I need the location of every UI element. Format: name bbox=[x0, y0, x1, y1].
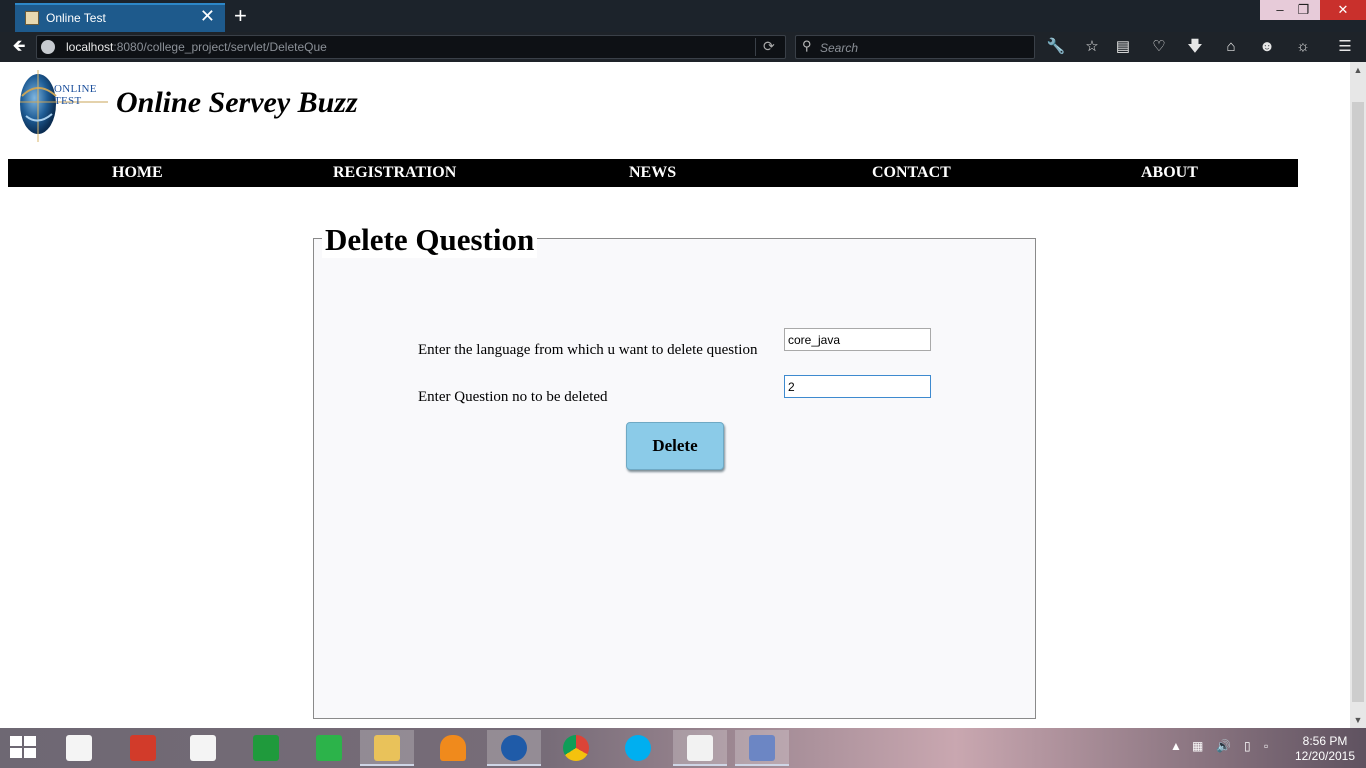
web-page: ONLINE TEST Online Servey Buzz HOME REGI… bbox=[0, 62, 1350, 728]
new-tab-button[interactable]: + bbox=[234, 3, 247, 29]
reading-list-icon[interactable]: ▤ bbox=[1113, 37, 1133, 57]
search-bar[interactable]: ⚲ Search bbox=[795, 35, 1035, 59]
chrome-icon bbox=[563, 735, 589, 761]
developer-wrench-icon[interactable]: 🔧 bbox=[1046, 37, 1066, 57]
file-icon bbox=[66, 735, 92, 761]
menu-item-about[interactable]: ABOUT bbox=[1141, 164, 1198, 182]
taskbar-java[interactable] bbox=[673, 730, 727, 766]
form-legend: Delete Question bbox=[322, 222, 538, 258]
url-path: :8080/college_project/servlet/DeleteQue bbox=[113, 40, 327, 54]
site-info-icon[interactable] bbox=[41, 40, 55, 54]
battery-icon[interactable]: ▯ bbox=[1244, 739, 1251, 753]
taskbar-mysql[interactable] bbox=[735, 730, 789, 766]
url-host: localhost bbox=[66, 40, 114, 54]
menu-item-registration[interactable]: REGISTRATION bbox=[333, 164, 456, 182]
delete-question-form bbox=[313, 238, 1036, 719]
play-icon bbox=[316, 735, 342, 761]
pocket-icon[interactable]: ♡ bbox=[1149, 37, 1169, 57]
taskbar-app-red[interactable] bbox=[116, 730, 170, 766]
delete-button[interactable]: Delete bbox=[626, 422, 724, 470]
taskbar-blank-file[interactable] bbox=[52, 730, 106, 766]
logo-text: ONLINE TEST bbox=[54, 83, 97, 107]
taskbar-blank-file-2[interactable] bbox=[176, 730, 230, 766]
menu-item-contact[interactable]: CONTACT bbox=[872, 164, 951, 182]
tray-windows-icon[interactable]: ▦ bbox=[1192, 739, 1203, 753]
app-icon bbox=[130, 735, 156, 761]
scroll-thumb[interactable] bbox=[1352, 102, 1364, 702]
clock-date: 12/20/2015 bbox=[1294, 749, 1356, 763]
scroll-down-arrow-icon[interactable]: ▼ bbox=[1350, 712, 1366, 728]
vlc-cone-icon bbox=[440, 735, 466, 761]
tray-expand-icon[interactable]: ▲ bbox=[1170, 739, 1182, 753]
windows-taskbar: ▲ ▦ 🔊 ▯ ▫ 8:56 PM 12/20/2015 bbox=[0, 728, 1366, 768]
store-icon bbox=[253, 735, 279, 761]
volume-icon[interactable]: 🔊 bbox=[1216, 739, 1231, 753]
taskbar-skype[interactable] bbox=[611, 730, 665, 766]
download-arrow-icon[interactable]: 🡇 bbox=[1185, 37, 1205, 57]
language-input[interactable] bbox=[784, 328, 931, 351]
dolphin-icon bbox=[749, 735, 775, 761]
windows-start-icon[interactable] bbox=[10, 736, 38, 760]
network-signal-icon[interactable]: ▫ bbox=[1264, 739, 1268, 753]
reload-icon[interactable]: ⟳ bbox=[763, 38, 775, 55]
taskbar-file-explorer[interactable] bbox=[360, 730, 414, 766]
bookmark-star-icon[interactable]: ☆ bbox=[1082, 37, 1102, 57]
skype-icon bbox=[625, 735, 651, 761]
taskbar-media-player[interactable] bbox=[302, 730, 356, 766]
site-title: Online Servey Buzz bbox=[116, 86, 358, 119]
browser-nav-bar: 🡸 localhost:8080/college_project/servlet… bbox=[0, 32, 1366, 62]
taskbar-chrome[interactable] bbox=[549, 730, 603, 766]
scroll-up-arrow-icon[interactable]: ▲ bbox=[1350, 62, 1366, 78]
page-scrollbar[interactable]: ▲ ▼ bbox=[1350, 62, 1366, 728]
hello-chat-icon[interactable]: ☻ bbox=[1257, 37, 1277, 57]
firefox-icon bbox=[501, 735, 527, 761]
tab-title: Online Test bbox=[46, 11, 106, 25]
browser-tab-bar: Online Test ✕ + – ❐ ✕ bbox=[0, 0, 1366, 32]
system-clock[interactable]: 8:56 PM 12/20/2015 bbox=[1290, 734, 1360, 764]
question-number-label: Enter Question no to be deleted bbox=[418, 389, 608, 405]
window-maximize-button[interactable]: ❐ bbox=[1287, 0, 1320, 20]
url-bar[interactable]: localhost:8080/college_project/servlet/D… bbox=[36, 35, 786, 59]
window-close-button[interactable]: ✕ bbox=[1320, 0, 1366, 20]
taskbar-vlc[interactable] bbox=[426, 730, 480, 766]
home-icon[interactable]: ⌂ bbox=[1221, 37, 1241, 57]
browser-tab[interactable]: Online Test ✕ bbox=[15, 3, 225, 32]
search-icon: ⚲ bbox=[802, 38, 812, 53]
web-globe-icon[interactable]: ☼ bbox=[1293, 37, 1313, 57]
url-text[interactable]: localhost:8080/college_project/servlet/D… bbox=[66, 40, 327, 54]
file-icon bbox=[190, 735, 216, 761]
menu-item-news[interactable]: NEWS bbox=[629, 164, 676, 182]
folder-icon bbox=[374, 735, 400, 761]
back-arrow-icon[interactable]: 🡸 bbox=[8, 37, 30, 59]
main-menu: HOME REGISTRATION NEWS CONTACT ABOUT bbox=[8, 159, 1298, 187]
site-logo: ONLINE TEST bbox=[16, 66, 108, 144]
java-cup-icon bbox=[687, 735, 713, 761]
taskbar-firefox[interactable] bbox=[487, 730, 541, 766]
url-divider bbox=[755, 38, 756, 56]
question-number-input[interactable] bbox=[784, 375, 931, 398]
taskbar-store[interactable] bbox=[239, 730, 293, 766]
tab-close-icon[interactable]: ✕ bbox=[200, 6, 215, 27]
menu-item-home[interactable]: HOME bbox=[112, 164, 163, 182]
search-placeholder: Search bbox=[820, 41, 859, 55]
hamburger-menu-icon[interactable]: ☰ bbox=[1335, 37, 1355, 57]
page-favicon-icon bbox=[25, 11, 39, 25]
language-label: Enter the language from which u want to … bbox=[418, 342, 758, 358]
clock-time: 8:56 PM bbox=[1302, 734, 1348, 748]
